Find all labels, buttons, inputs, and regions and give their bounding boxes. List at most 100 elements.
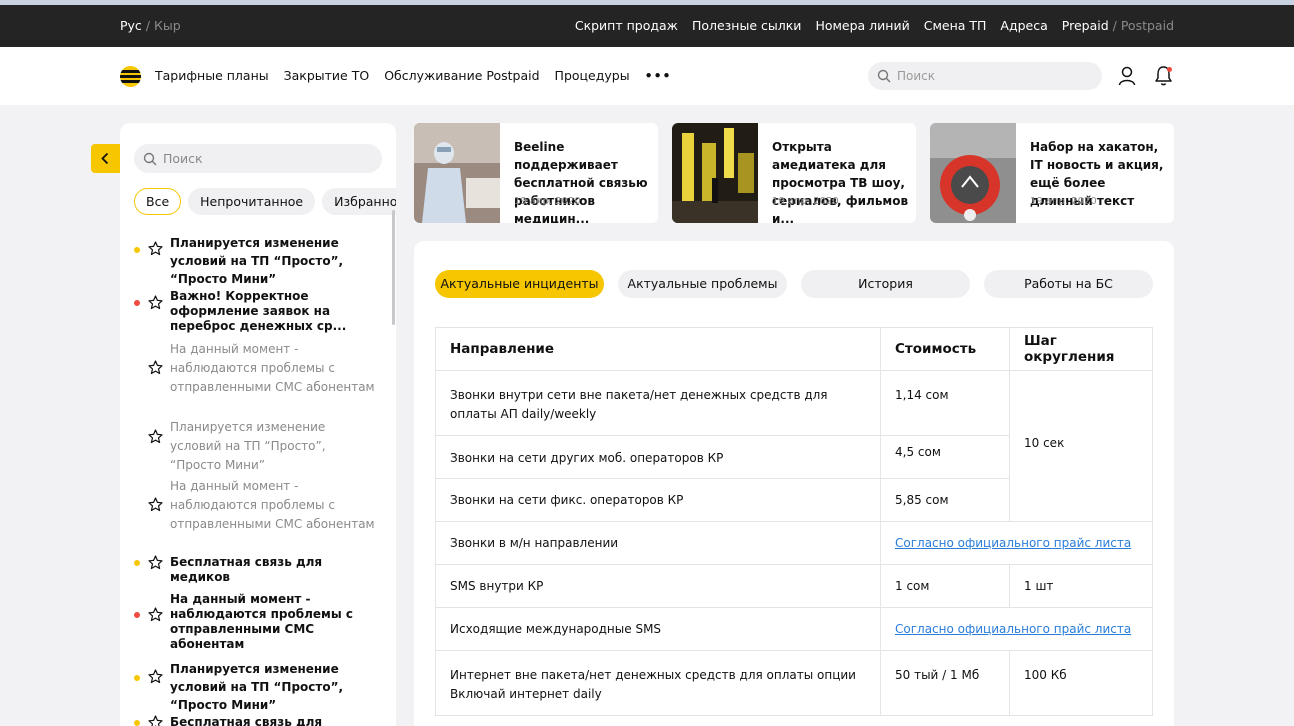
more-icon[interactable]: •••: [645, 68, 672, 83]
news-date: 19 апр. 2020: [772, 196, 839, 207]
plan-prepaid[interactable]: Prepaid: [1062, 18, 1109, 33]
nav-item-postpaid-service[interactable]: Обслуживание Postpaid: [384, 68, 539, 83]
table-row: SMS внутри КР 1 сом 1 шт: [435, 564, 1153, 608]
top-link-sales-script[interactable]: Скрипт продаж: [575, 18, 678, 33]
top-links: Скрипт продаж Полезные сылки Номера лини…: [575, 18, 1174, 33]
filter-chips: Все Непрочитанное Избранное: [134, 188, 396, 215]
unread-dot: [134, 720, 140, 726]
cell-direction: Интернет вне пакета/нет денежных средств…: [435, 650, 881, 716]
language-switcher: Рус / Кыр: [120, 18, 181, 33]
lang-separator: /: [145, 18, 151, 33]
list-item[interactable]: На данный момент - наблюдаются проблемы …: [120, 340, 388, 400]
news-title: Открыта амедиатека для просмотра ТВ шоу,…: [772, 140, 909, 223]
incidents-panel: Актуальные инциденты Актуальные проблемы…: [414, 241, 1174, 726]
news-thumbnail-hackathon: [930, 123, 1016, 223]
price-list-link[interactable]: Согласно официального прайс листа: [895, 622, 1131, 636]
news-date: 19 апр. 2020: [514, 196, 581, 207]
news-date: 19 апр. 2020: [1030, 196, 1097, 207]
list-item-text: Бесплатная связь для медиков: [170, 715, 323, 726]
list-item-text: На данный момент - наблюдаются проблемы …: [170, 479, 375, 531]
nav-item-closing-to[interactable]: Закрытие ТО: [284, 68, 370, 83]
price-list-link[interactable]: Согласно официального прайс листа: [895, 536, 1131, 550]
star-icon[interactable]: [148, 715, 163, 726]
search-icon: [143, 152, 157, 166]
list-item-text: Важно! Корректное оформление заявок на п…: [170, 289, 347, 333]
star-icon[interactable]: [148, 360, 163, 375]
news-thumbnail-amediateka: [672, 123, 758, 223]
tariff-table: Направление Стоимость Шаг округления Зво…: [435, 327, 1153, 716]
news-card[interactable]: Beeline поддерживает бесплатной связью р…: [414, 123, 658, 223]
list-item[interactable]: На данный момент - наблюдаются проблемы …: [120, 477, 388, 537]
list-item-text: На данный момент - наблюдаются проблемы …: [170, 592, 354, 651]
star-icon[interactable]: [148, 669, 163, 684]
news-card[interactable]: Набор на хакатон, IT новость и акция, ещ…: [930, 123, 1174, 223]
cell-cost: Согласно официального прайс листа: [880, 607, 1153, 651]
news-card[interactable]: Открыта амедиатека для просмотра ТВ шоу,…: [672, 123, 916, 223]
sidebar-search-input[interactable]: Поиск: [134, 144, 382, 173]
list-item[interactable]: Бесплатная связь для медиков: [120, 715, 388, 726]
sidebar-scrollbar[interactable]: [392, 210, 395, 325]
col-header-rounding-step: Шаг округления: [1009, 327, 1153, 371]
nav-items: Тарифные планы Закрытие ТО Обслуживание …: [155, 68, 672, 83]
filter-favorites[interactable]: Избранное: [322, 188, 396, 215]
cell-cost: 4,5 сом: [880, 435, 1010, 479]
cell-direction: SMS внутри КР: [435, 564, 881, 608]
filter-all[interactable]: Все: [134, 188, 182, 215]
beeline-logo[interactable]: [120, 66, 141, 87]
list-item[interactable]: Планируется изменение условий на ТП “Про…: [120, 660, 388, 712]
star-icon[interactable]: [148, 607, 163, 622]
cell-cost: Согласно официального прайс листа: [880, 521, 1153, 565]
table-header-row: Направление Стоимость Шаг округления: [435, 327, 1153, 371]
header-search-input[interactable]: Поиск: [868, 62, 1102, 90]
tab-history[interactable]: История: [801, 270, 970, 298]
cell-cost: 1 сом: [880, 564, 1010, 608]
top-link-line-numbers[interactable]: Номера линий: [815, 18, 909, 33]
tab-bs-works[interactable]: Работы на БС: [984, 270, 1153, 298]
unread-dot: [134, 612, 140, 618]
main-nav: Тарифные планы Закрытие ТО Обслуживание …: [0, 47, 1294, 105]
star-icon[interactable]: [148, 555, 163, 570]
list-item-text: Планируется изменение условий на ТП “Про…: [170, 662, 344, 712]
news-sidebar: Поиск Все Непрочитанное Избранное Планир…: [120, 123, 396, 726]
list-item[interactable]: Планируется изменение условий на ТП “Про…: [120, 232, 388, 286]
user-icon[interactable]: [1118, 66, 1136, 86]
star-icon[interactable]: [148, 295, 163, 310]
filter-unread[interactable]: Непрочитанное: [188, 188, 316, 215]
cell-direction: Звонки внутри сети вне пакета/нет денежн…: [435, 370, 881, 436]
plan-postpaid[interactable]: Postpaid: [1121, 18, 1174, 33]
tab-current-incidents[interactable]: Актуальные инциденты: [435, 270, 604, 298]
nav-item-tariffs[interactable]: Тарифные планы: [155, 68, 269, 83]
lang-ky[interactable]: Кыр: [154, 18, 181, 33]
col-header-cost: Стоимость: [880, 327, 1010, 371]
top-link-useful-links[interactable]: Полезные сылки: [692, 18, 802, 33]
star-icon[interactable]: [148, 241, 163, 256]
star-icon[interactable]: [148, 429, 163, 444]
unread-dot: [134, 247, 140, 253]
collapse-sidebar-button[interactable]: [91, 144, 120, 173]
list-item-text: Бесплатная связь для медиков: [170, 555, 323, 584]
lang-ru[interactable]: Рус: [120, 18, 142, 33]
list-item[interactable]: Планируется изменение условий на ТП “Про…: [120, 418, 388, 472]
list-item-text: Планируется изменение условий на ТП “Про…: [170, 236, 344, 286]
list-item[interactable]: Важно! Корректное оформление заявок на п…: [120, 289, 388, 333]
unread-dot: [134, 560, 140, 566]
cell-cost: 5,85 сом: [880, 478, 1010, 522]
cell-direction: Звонки на сети фикс. операторов КР: [435, 478, 881, 522]
list-item[interactable]: Бесплатная связь для медиков: [120, 554, 388, 584]
cell-rounding-step: 100 Кб: [1009, 650, 1153, 716]
top-bar: Рус / Кыр Скрипт продаж Полезные сылки Н…: [0, 0, 1294, 47]
top-link-addresses[interactable]: Адреса: [1000, 18, 1047, 33]
list-item-text: Планируется изменение условий на ТП “Про…: [170, 420, 326, 472]
table-row: Звонки в м/н направлении Согласно официа…: [435, 521, 1153, 565]
tab-current-problems[interactable]: Актуальные проблемы: [618, 270, 787, 298]
list-item[interactable]: На данный момент - наблюдаются проблемы …: [120, 592, 388, 651]
top-link-change-tp[interactable]: Смена ТП: [924, 18, 987, 33]
chevron-left-icon: [101, 152, 109, 165]
star-icon[interactable]: [148, 497, 163, 512]
header-search-placeholder: Поиск: [897, 69, 936, 83]
nav-item-procedures[interactable]: Процедуры: [555, 68, 630, 83]
col-header-direction: Направление: [435, 327, 881, 371]
plan-switcher: Prepaid / Postpaid: [1062, 18, 1174, 33]
cell-cost: 50 тый / 1 Мб: [880, 650, 1010, 716]
cell-cost: 1,14 сом: [880, 370, 1010, 436]
